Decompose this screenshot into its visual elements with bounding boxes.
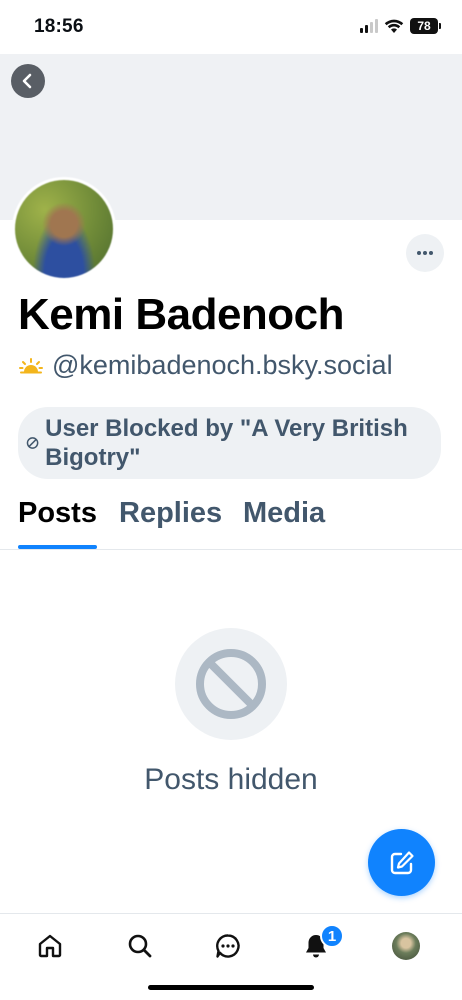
compose-icon bbox=[390, 850, 414, 874]
display-name: Kemi Badenoch bbox=[18, 290, 345, 339]
nav-search[interactable] bbox=[122, 928, 158, 964]
nav-profile[interactable] bbox=[388, 928, 424, 964]
active-tab-indicator bbox=[18, 545, 97, 549]
search-icon bbox=[128, 934, 152, 958]
profile-avatar[interactable] bbox=[12, 177, 116, 281]
posts-hidden-text: Posts hidden bbox=[144, 763, 318, 796]
tab-media[interactable]: Media bbox=[243, 497, 325, 530]
status-time: 18:56 bbox=[34, 16, 84, 37]
battery-indicator: 78 bbox=[410, 18, 441, 34]
no-entry-icon bbox=[196, 649, 266, 719]
blocked-by-list-pill[interactable]: User Blocked by "A Very British Bigotry" bbox=[18, 407, 441, 479]
blocked-icon bbox=[26, 437, 39, 449]
signal-icon bbox=[360, 19, 378, 33]
posts-hidden-icon-circle bbox=[175, 628, 287, 740]
tab-replies[interactable]: Replies bbox=[119, 497, 222, 530]
status-icons: 78 bbox=[360, 18, 441, 34]
tab-posts[interactable]: Posts bbox=[18, 497, 97, 530]
compose-button[interactable] bbox=[368, 829, 435, 896]
nav-home[interactable] bbox=[32, 928, 68, 964]
status-bar: 18:56 78 bbox=[0, 0, 462, 54]
handle-row: @kemibadenoch.bsky.social bbox=[18, 350, 393, 381]
user-avatar bbox=[392, 932, 420, 960]
chat-icon bbox=[216, 934, 240, 958]
more-icon bbox=[417, 251, 433, 255]
home-indicator bbox=[148, 985, 314, 990]
sun-icon bbox=[19, 357, 43, 373]
profile-handle: @kemibadenoch.bsky.social bbox=[52, 350, 393, 380]
wifi-icon bbox=[384, 19, 404, 33]
notification-badge: 1 bbox=[320, 924, 344, 948]
home-icon bbox=[38, 934, 62, 958]
blocked-label: User Blocked by "A Very British Bigotry" bbox=[45, 415, 408, 471]
more-options-button[interactable] bbox=[406, 234, 444, 272]
profile-tabs: Posts Replies Media bbox=[0, 495, 462, 550]
back-icon bbox=[22, 73, 32, 89]
back-button[interactable] bbox=[11, 64, 45, 98]
nav-chat[interactable] bbox=[210, 928, 246, 964]
